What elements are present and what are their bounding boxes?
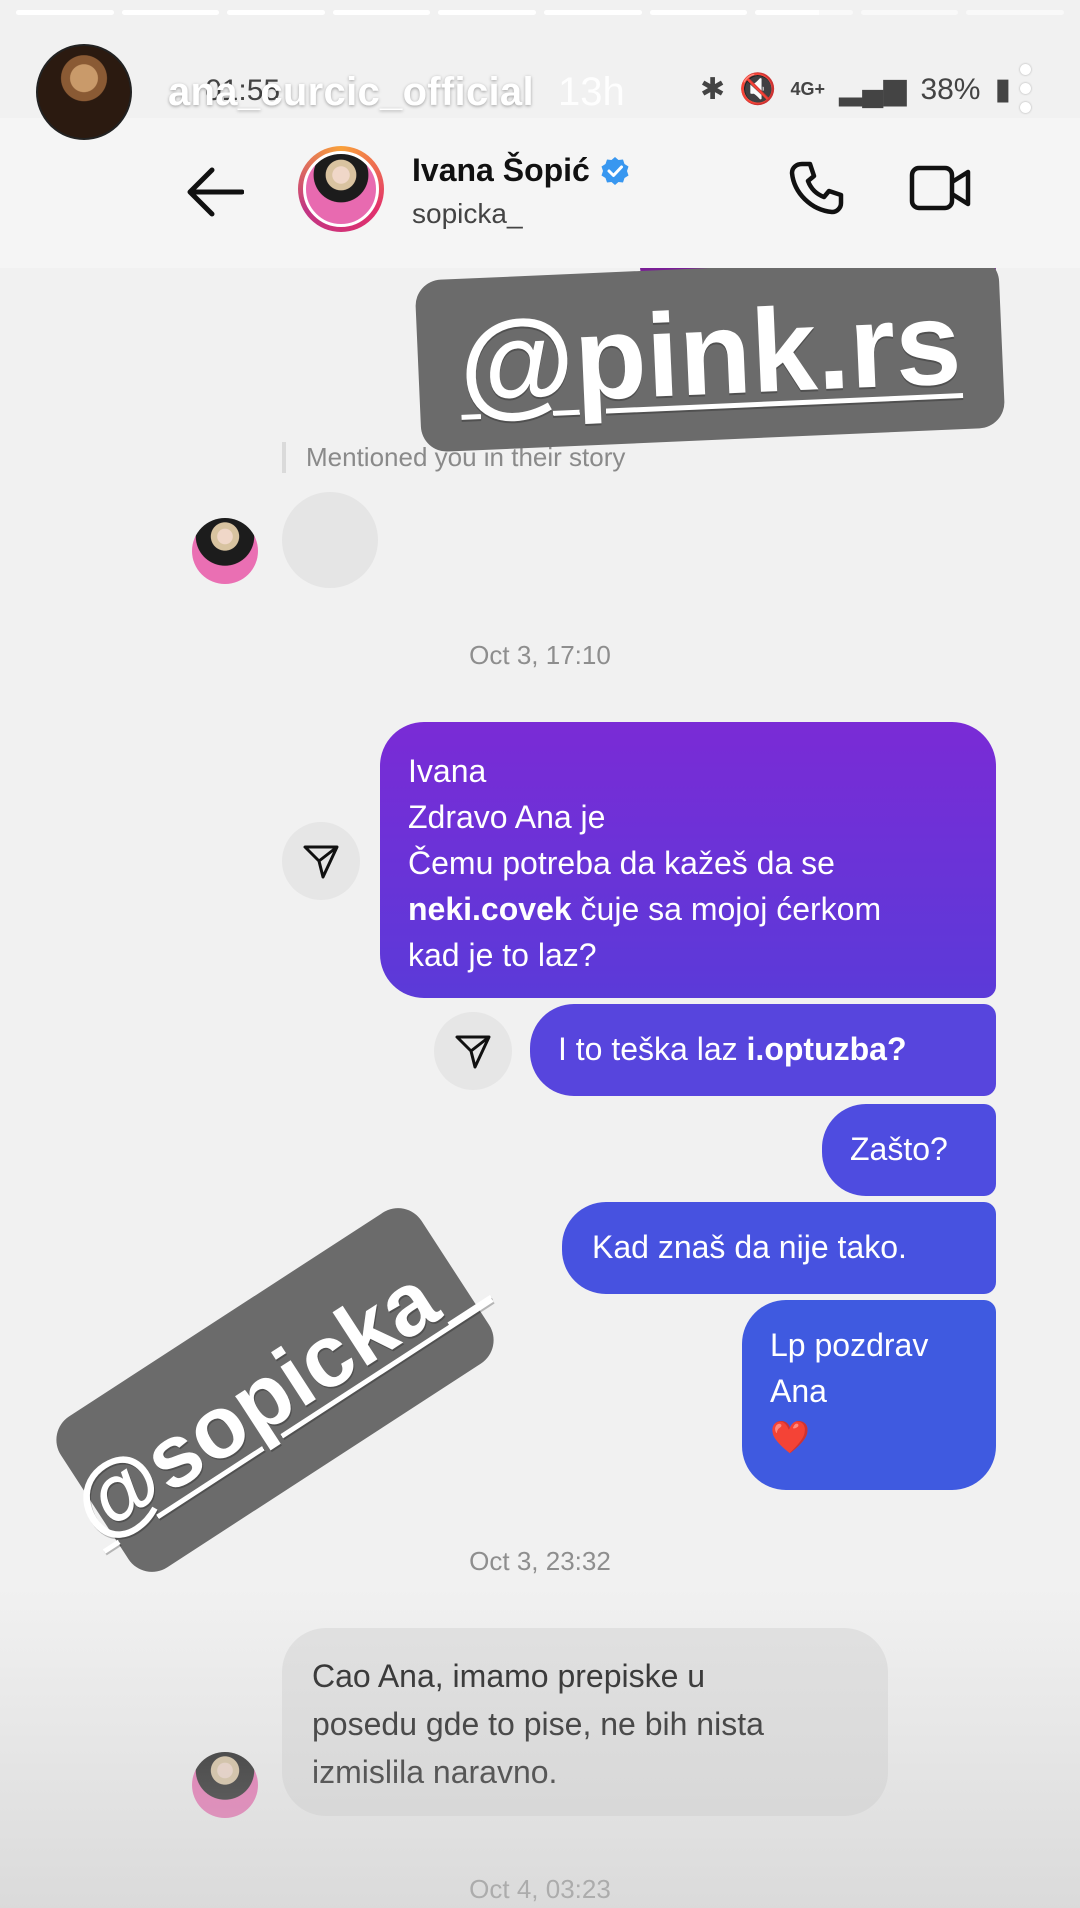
story-mention-thumbnail[interactable]	[282, 492, 378, 588]
progress-segment	[543, 10, 642, 15]
sent-message-bubble[interactable]: Zašto?	[822, 1104, 996, 1196]
message-line: kad je to laz?	[408, 937, 597, 973]
story-avatar[interactable]	[36, 44, 132, 140]
message-text: čuje sa mojoj ćerkom	[571, 891, 882, 927]
share-button[interactable]	[282, 822, 360, 900]
message-line: izmislila naravno.	[312, 1754, 558, 1790]
message-line: Lp pozdrav	[770, 1327, 929, 1363]
phone-call-icon[interactable]	[786, 158, 846, 218]
progress-segment	[121, 10, 220, 15]
heart-emoji: ❤️	[770, 1419, 810, 1455]
mention-sticker-pink[interactable]: @pink.rs	[414, 255, 1006, 453]
message-line: posedu gde to pise, ne bih nista	[312, 1706, 764, 1742]
story-screen: 01:55 ✱ 🔇 4G+ ▂▄▆ 38% ▮ Ivana Šopić sopi…	[0, 0, 1080, 1908]
message-line: Cao Ana, imamo prepiske u	[312, 1658, 706, 1694]
timestamp: Oct 4, 03:23	[469, 1874, 611, 1904]
mention-bold: neki.covek	[408, 891, 572, 927]
sent-message-bubble[interactable]: Kad znaš da nije tako.	[562, 1202, 996, 1294]
send-icon	[303, 845, 339, 879]
message-line: Čemu potreba da kažeš da se	[408, 845, 835, 881]
progress-segment	[860, 10, 959, 15]
more-options-icon[interactable]	[1020, 64, 1032, 116]
message-text: I to teška laz	[558, 1031, 747, 1067]
progress-segment	[755, 10, 853, 15]
sticker-text: @sopicka_	[53, 1222, 496, 1558]
story-username[interactable]: ana_curcic_official	[168, 70, 534, 115]
sent-message-bubble[interactable]: I to teška laz i.optuzba?	[530, 1004, 996, 1096]
sticker-text: @pink.rs	[456, 277, 964, 431]
progress-segment	[438, 10, 536, 15]
progress-segment	[966, 10, 1064, 15]
timestamp: Oct 3, 17:10	[469, 640, 611, 670]
message-line: Ivana	[408, 753, 487, 789]
progress-segment	[227, 10, 325, 15]
story-time-ago: 13h	[558, 70, 625, 114]
video-call-icon[interactable]	[908, 160, 972, 216]
progress-segment	[332, 10, 431, 15]
contact-handle: sopicka_	[412, 198, 523, 229]
mention-sticker-sopicka[interactable]: @sopicka_	[45, 1197, 505, 1583]
verified-badge-icon	[601, 156, 629, 185]
sender-avatar[interactable]	[192, 1752, 258, 1818]
mention-bold: i.optuzba?	[746, 1031, 907, 1067]
story-progress-bar	[16, 10, 1064, 16]
story-header: ana_curcic_official 13h	[0, 40, 1080, 150]
message-line: neki.covek čuje sa mojoj ćerkom	[408, 886, 968, 932]
contact-avatar[interactable]	[298, 146, 384, 232]
progress-segment	[649, 10, 748, 15]
share-button[interactable]	[434, 1012, 512, 1090]
sender-avatar[interactable]	[192, 518, 258, 584]
back-arrow-icon[interactable]	[186, 166, 244, 218]
send-icon	[455, 1035, 491, 1069]
message-line: Ana	[770, 1373, 827, 1409]
received-message-bubble[interactable]: Cao Ana, imamo prepiske u posedu gde to …	[282, 1628, 888, 1816]
contact-name[interactable]: Ivana Šopić	[412, 152, 630, 189]
progress-segment	[16, 10, 114, 15]
sent-message-bubble[interactable]: Lp pozdrav Ana ❤️	[742, 1300, 996, 1490]
contact-name-text: Ivana Šopić	[412, 152, 590, 188]
message-line: Zdravo Ana je	[408, 799, 606, 835]
sent-message-bubble[interactable]: Ivana Zdravo Ana je Čemu potreba da kaže…	[380, 722, 996, 998]
